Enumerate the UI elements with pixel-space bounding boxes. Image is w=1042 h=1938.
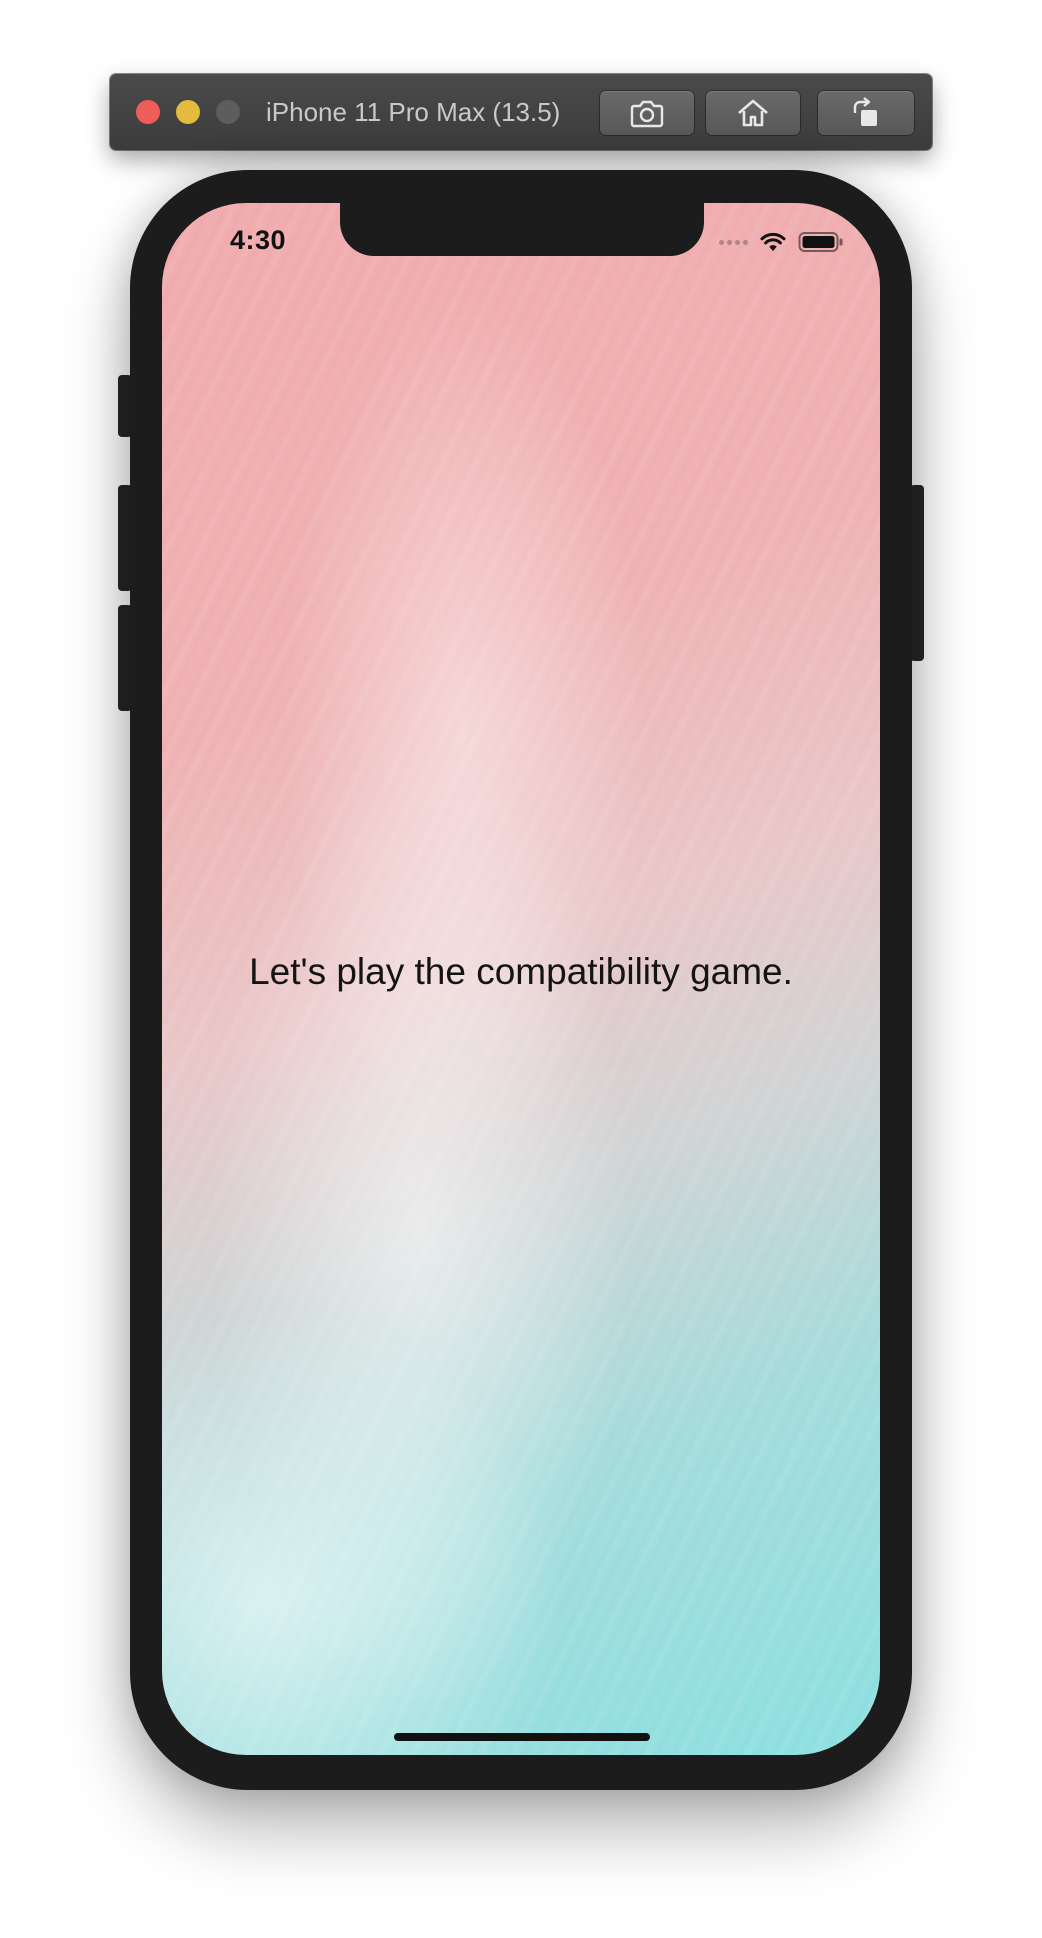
side-power-button[interactable] <box>910 485 924 661</box>
cellular-signal-icon <box>719 239 748 245</box>
simulator-window-title: iPhone 11 Pro Max (13.5) <box>266 97 561 127</box>
home-button[interactable] <box>706 91 800 135</box>
device-notch <box>340 203 704 256</box>
intro-headline: Let's play the compatibility game. <box>249 951 793 992</box>
rotate-icon <box>853 97 877 126</box>
screenshot-button[interactable] <box>600 91 694 135</box>
screenshot-icon <box>630 100 664 128</box>
wifi-icon <box>760 232 786 251</box>
window-zoom-button[interactable] <box>216 100 240 124</box>
home-icon <box>738 99 768 127</box>
status-bar-time: 4:30 <box>230 225 287 255</box>
device-screen[interactable]: 4:30 Let's play the compatibility game. <box>162 203 880 1755</box>
simulator-stage: iPhone 11 Pro Max (13.5) 4:30 Let's play… <box>0 0 1042 1938</box>
window-close-button[interactable] <box>136 100 160 124</box>
window-minimize-button[interactable] <box>176 100 200 124</box>
home-indicator[interactable] <box>394 1733 650 1741</box>
rotate-button[interactable] <box>818 91 914 135</box>
simulator-toolbar: iPhone 11 Pro Max (13.5) <box>110 74 932 150</box>
battery-icon <box>798 232 843 252</box>
status-bar-indicators <box>719 231 844 253</box>
